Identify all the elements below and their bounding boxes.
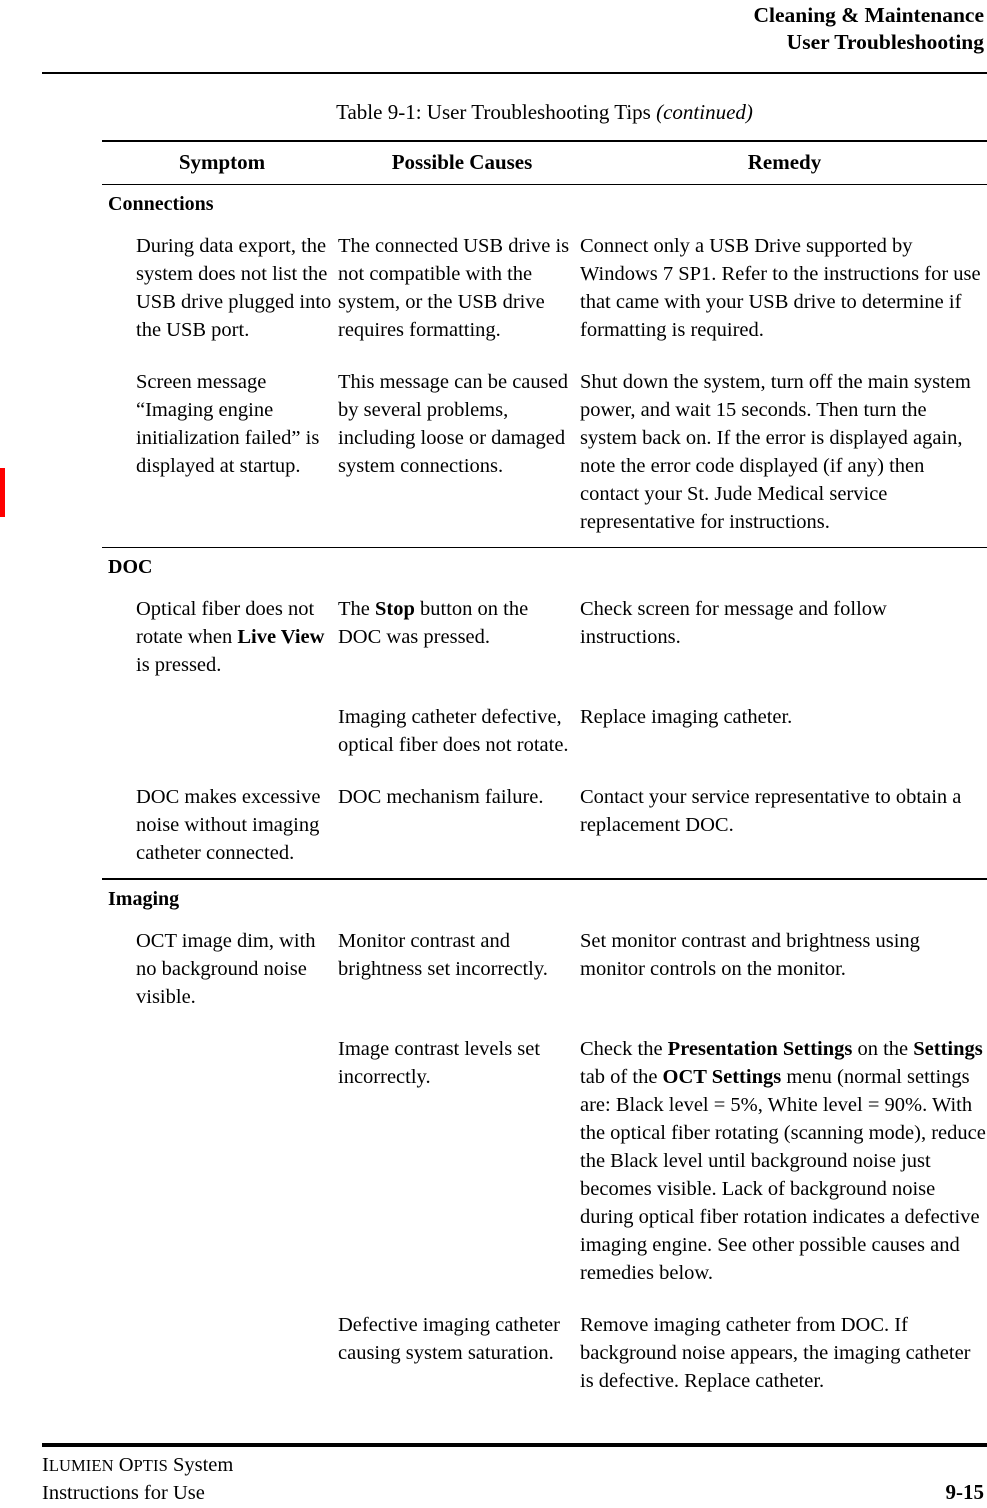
footer-document-type: Instructions for Use	[42, 1482, 205, 1504]
cell-symptom	[102, 1311, 338, 1395]
column-header-remedy: Remedy	[747, 149, 822, 174]
table-caption-main: Table 9-1: User Troubleshooting Tips	[336, 100, 657, 124]
cell-symptom: During data export, the system does not …	[136, 234, 332, 341]
header-section-title: User Troubleshooting	[786, 30, 984, 54]
cell-remedy: Remove imaging catheter from DOC. If bac…	[580, 1313, 971, 1392]
table-row: During data export, the system does not …	[102, 221, 987, 347]
cell-cause: The Stop button on the DOC was pressed.	[338, 598, 529, 649]
table-row: DOC makes excessive noise without imagin…	[102, 772, 987, 870]
cell-cause: This message can be caused by several pr…	[338, 370, 568, 477]
cell-cause: Monitor contrast and brightness set inco…	[338, 929, 548, 980]
row-spacer	[102, 1290, 987, 1300]
column-header-possible-causes: Possible Causes	[391, 149, 533, 174]
column-header-symptom: Symptom	[178, 149, 266, 174]
cell-symptom	[102, 703, 338, 759]
footer-divider-rule	[42, 1443, 987, 1447]
cell-cause: Image contrast levels set incorrectly.	[338, 1037, 541, 1088]
footer-product-system: System	[167, 1454, 234, 1476]
table-row: Imaging catheter defective, optical fibe…	[102, 692, 987, 762]
revision-change-bar	[0, 468, 5, 517]
table-caption-continued: (continued)	[656, 100, 753, 124]
document-page: Cleaning & Maintenance User Troubleshoot…	[0, 0, 987, 1508]
group-title-connections: Connections	[108, 192, 214, 215]
row-spacer	[102, 1014, 987, 1024]
cell-symptom: Screen message “Imaging engine initializ…	[136, 370, 320, 477]
table-row: Optical fiber does not rotate when Live …	[102, 584, 987, 682]
table-row: Defective imaging catheter causing syste…	[102, 1300, 987, 1398]
table-row: Screen message “Imaging engine initializ…	[102, 357, 987, 539]
cell-remedy: Contact your service representative to o…	[580, 786, 962, 837]
cell-symptom: Optical fiber does not rotate when Live …	[136, 598, 325, 677]
cell-cause: DOC mechanism failure.	[338, 786, 544, 809]
footer-product-o: O	[113, 1454, 134, 1476]
cell-symptom: DOC makes excessive noise without imagin…	[136, 786, 321, 865]
footer-page-number: 9-15	[945, 1480, 985, 1504]
cell-remedy: Check the Presentation Settings on the S…	[580, 1037, 986, 1284]
page-header: Cleaning & Maintenance User Troubleshoot…	[42, 0, 984, 56]
table-row: OCT image dim, with no background noise …	[102, 916, 987, 1014]
table-caption: Table 9-1: User Troubleshooting Tips (co…	[102, 99, 987, 125]
cell-remedy: Set monitor contrast and brightness usin…	[580, 929, 920, 980]
page-footer: ILUMIEN OPTIS System Instructions for Us…	[42, 1452, 984, 1507]
footer-product-i: I	[42, 1454, 49, 1476]
group-title-imaging: Imaging	[108, 887, 180, 910]
group-title-doc: DOC	[108, 556, 153, 579]
footer-product-lumien: LUMIEN	[48, 1456, 114, 1475]
header-chapter-title: Cleaning & Maintenance	[753, 3, 984, 27]
footer-line-2: Instructions for Use 9-15	[42, 1479, 984, 1507]
cell-symptom	[102, 1035, 338, 1287]
footer-product-name: ILUMIEN OPTIS System	[42, 1452, 233, 1479]
cell-symptom: OCT image dim, with no background noise …	[136, 929, 316, 1008]
row-spacer	[102, 762, 987, 772]
footer-product-ptis: PTIS	[133, 1456, 168, 1475]
footer-line-1: ILUMIEN OPTIS System	[42, 1452, 984, 1479]
cell-cause: Imaging catheter defective, optical fibe…	[338, 706, 569, 757]
cell-remedy: Check screen for message and follow inst…	[580, 598, 887, 649]
troubleshooting-table: Symptom Possible Causes Remedy Connectio…	[102, 140, 987, 1398]
row-spacer	[102, 682, 987, 692]
header-divider-rule	[42, 72, 987, 74]
cell-remedy: Shut down the system, turn off the main …	[580, 370, 971, 533]
cell-remedy: Connect only a USB Drive supported by Wi…	[580, 234, 981, 341]
cell-remedy: Replace imaging catheter.	[580, 706, 793, 729]
table-row: Image contrast levels set incorrectly. C…	[102, 1024, 987, 1290]
row-spacer	[102, 347, 987, 357]
cell-cause: The connected USB drive is not compatibl…	[338, 234, 570, 341]
cell-cause: Defective imaging catheter causing syste…	[338, 1313, 560, 1364]
table-header-row: Symptom Possible Causes Remedy	[102, 142, 987, 184]
